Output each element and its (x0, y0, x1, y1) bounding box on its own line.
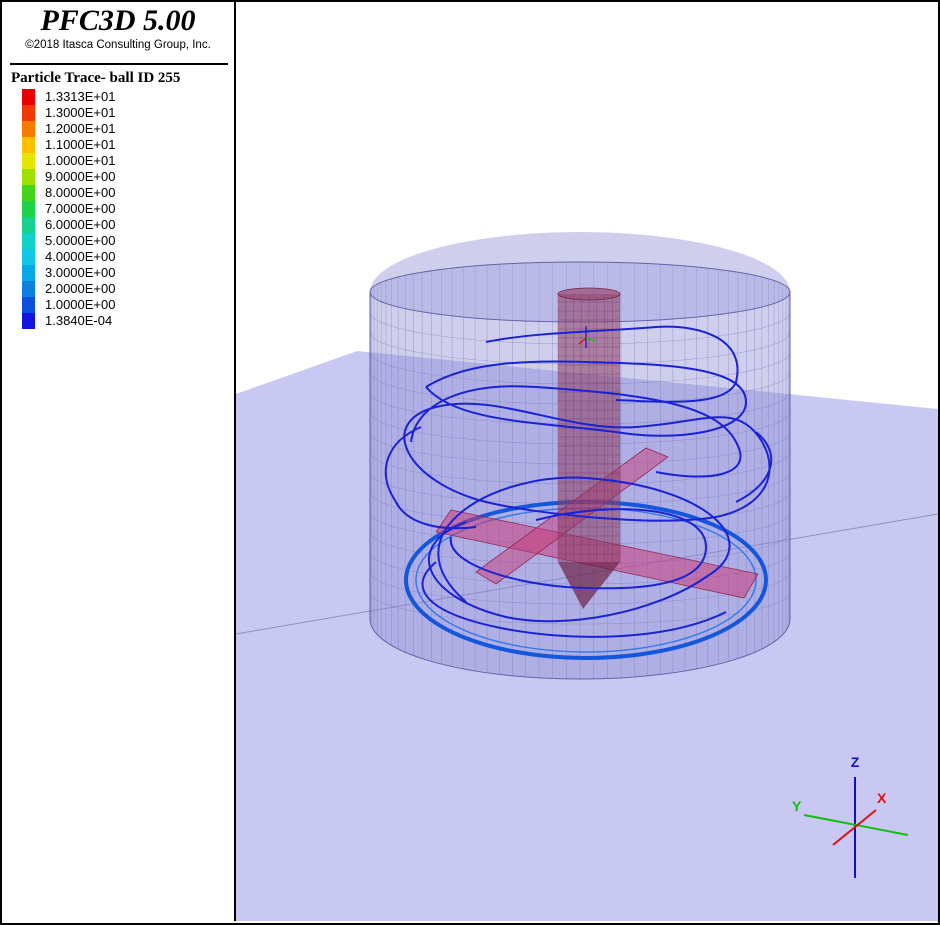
legend-swatch (22, 105, 35, 121)
mixer-shaft (557, 287, 621, 609)
legend-value: 4.0000E+00 (45, 249, 116, 264)
legend-value: 1.0000E+01 (45, 153, 116, 168)
legend-value: 1.1000E+01 (45, 137, 116, 152)
y-axis-label: Y (792, 798, 802, 814)
legend-swatch (22, 153, 35, 169)
legend-swatch (22, 265, 35, 281)
legend-divider (10, 63, 228, 65)
legend-swatch (22, 89, 35, 105)
legend-value: 9.0000E+00 (45, 169, 116, 184)
app-title: PFC3D 5.00 (40, 4, 196, 37)
copyright-text: ©2018 Itasca Consulting Group, Inc. (25, 39, 211, 51)
legend-value: 1.3000E+01 (45, 105, 116, 120)
legend-swatch (22, 249, 35, 265)
legend-swatch (22, 137, 35, 153)
legend-swatch (22, 121, 35, 137)
legend-value: 1.0000E+00 (45, 297, 116, 312)
legend-value: 3.0000E+00 (45, 265, 116, 280)
legend-value: 1.3840E-04 (45, 313, 113, 328)
legend-swatch (22, 201, 35, 217)
legend-swatch (22, 169, 35, 185)
legend-swatch (22, 217, 35, 233)
3d-viewport[interactable]: Z Y X (236, 2, 938, 921)
legend-swatch (22, 233, 35, 249)
legend-value: 6.0000E+00 (45, 217, 116, 232)
legend-title: Particle Trace- ball ID 255 (11, 70, 181, 86)
legend-value: 7.0000E+00 (45, 201, 116, 216)
legend-value: 8.0000E+00 (45, 185, 116, 200)
legend-swatch (22, 313, 35, 329)
legend-swatch (22, 281, 35, 297)
model-scene[interactable]: Z Y X (236, 2, 938, 921)
legend-value: 1.3313E+01 (45, 89, 116, 104)
legend-value: 1.2000E+01 (45, 121, 116, 136)
legend-panel: PFC3D 5.00 ©2018 Itasca Consulting Group… (2, 2, 236, 921)
x-axis-label: X (877, 790, 887, 806)
z-axis-label: Z (851, 754, 860, 770)
legend-swatch (22, 297, 35, 313)
legend-value: 2.0000E+00 (45, 281, 116, 296)
legend-value: 5.0000E+00 (45, 233, 116, 248)
legend-swatch (22, 185, 35, 201)
